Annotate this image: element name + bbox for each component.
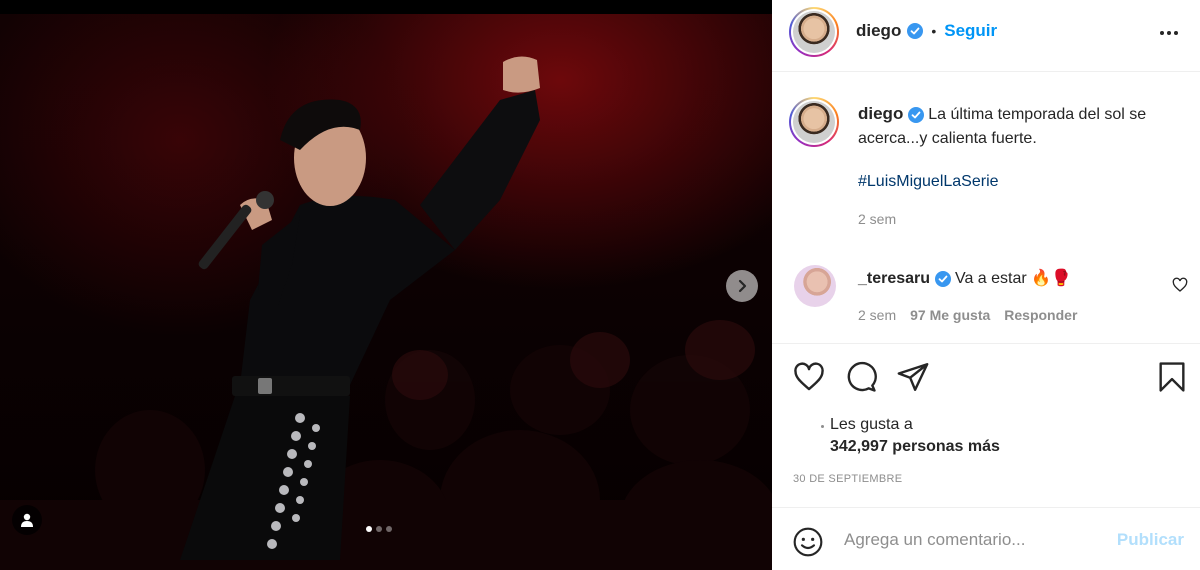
heart-icon xyxy=(1172,277,1188,292)
comment-form: Publicar xyxy=(772,508,1200,570)
comment-likes[interactable]: 97 Me gusta xyxy=(910,307,990,323)
post-header: diego • Seguir xyxy=(772,0,1200,72)
save-button[interactable] xyxy=(1155,360,1189,399)
post-sidebar: diego • Seguir diego La última temporada… xyxy=(772,0,1200,570)
comment-username[interactable]: _teresaru xyxy=(858,270,930,287)
more-options-button[interactable] xyxy=(1158,22,1180,49)
comment-text: Va a estar 🔥🥊 xyxy=(954,270,1071,287)
more-options-icon xyxy=(1160,31,1178,35)
next-slide-button[interactable] xyxy=(726,270,758,302)
carousel-dot xyxy=(386,526,392,532)
verified-badge-icon xyxy=(934,270,951,287)
comment-icon xyxy=(847,361,877,392)
chevron-right-icon xyxy=(738,279,747,293)
caption-author-avatar[interactable] xyxy=(789,97,839,147)
tagged-users-button[interactable] xyxy=(12,505,42,535)
comment-input[interactable] xyxy=(844,528,1104,552)
verified-badge-icon xyxy=(907,106,924,123)
comments-section: diego La última temporada del sol se ace… xyxy=(772,72,1200,344)
like-button[interactable] xyxy=(792,360,826,399)
author-avatar[interactable] xyxy=(789,7,839,57)
carousel-dot xyxy=(376,526,382,532)
caption-username[interactable]: diego xyxy=(858,104,903,123)
concert-photo-image xyxy=(0,56,772,570)
caption: diego La última temporada del sol se ace… xyxy=(858,102,1188,227)
likes-label: Les gusta a xyxy=(830,416,913,433)
publish-button[interactable]: Publicar xyxy=(1117,530,1184,550)
comment-time[interactable]: 2 sem xyxy=(858,307,896,323)
smiley-icon xyxy=(793,527,823,557)
likes-suffix[interactable]: personas más xyxy=(892,438,1000,455)
likes-bullet xyxy=(821,425,824,428)
commenter-avatar[interactable] xyxy=(794,265,836,307)
emoji-button[interactable] xyxy=(792,526,824,563)
comment-item: _teresaru Va a estar 🔥🥊 2 sem 97 Me gust… xyxy=(858,267,1158,323)
likes-count[interactable]: 342,997 xyxy=(830,438,888,455)
verified-badge-icon xyxy=(907,23,924,39)
caption-time[interactable]: 2 sem xyxy=(858,211,896,227)
bookmark-icon xyxy=(1159,362,1185,392)
avatar-image xyxy=(793,101,835,143)
paper-plane-icon xyxy=(897,363,929,391)
post-photo[interactable] xyxy=(0,0,772,570)
heart-icon xyxy=(794,362,824,391)
header-separator: • xyxy=(931,23,937,39)
author-username[interactable]: diego xyxy=(856,21,901,41)
user-tag-icon xyxy=(21,513,33,527)
post-actions: Les gusta a 342,997 personas más 30 DE S… xyxy=(772,344,1200,508)
comment-like-button[interactable] xyxy=(1172,277,1188,298)
post-date[interactable]: 30 DE SEPTIEMBRE xyxy=(793,473,902,485)
share-button[interactable] xyxy=(896,360,930,399)
carousel-dot xyxy=(366,526,372,532)
follow-button[interactable]: Seguir xyxy=(944,21,997,41)
likes-summary[interactable]: Les gusta a 342,997 personas más xyxy=(830,414,1000,458)
avatar-image xyxy=(793,11,835,53)
carousel-dots xyxy=(366,526,392,532)
reply-button[interactable]: Responder xyxy=(1004,307,1077,323)
comment-button[interactable] xyxy=(844,360,878,399)
photo-top-edge xyxy=(0,0,772,14)
caption-hashtag[interactable]: #LuisMiguelLaSerie xyxy=(858,173,999,190)
